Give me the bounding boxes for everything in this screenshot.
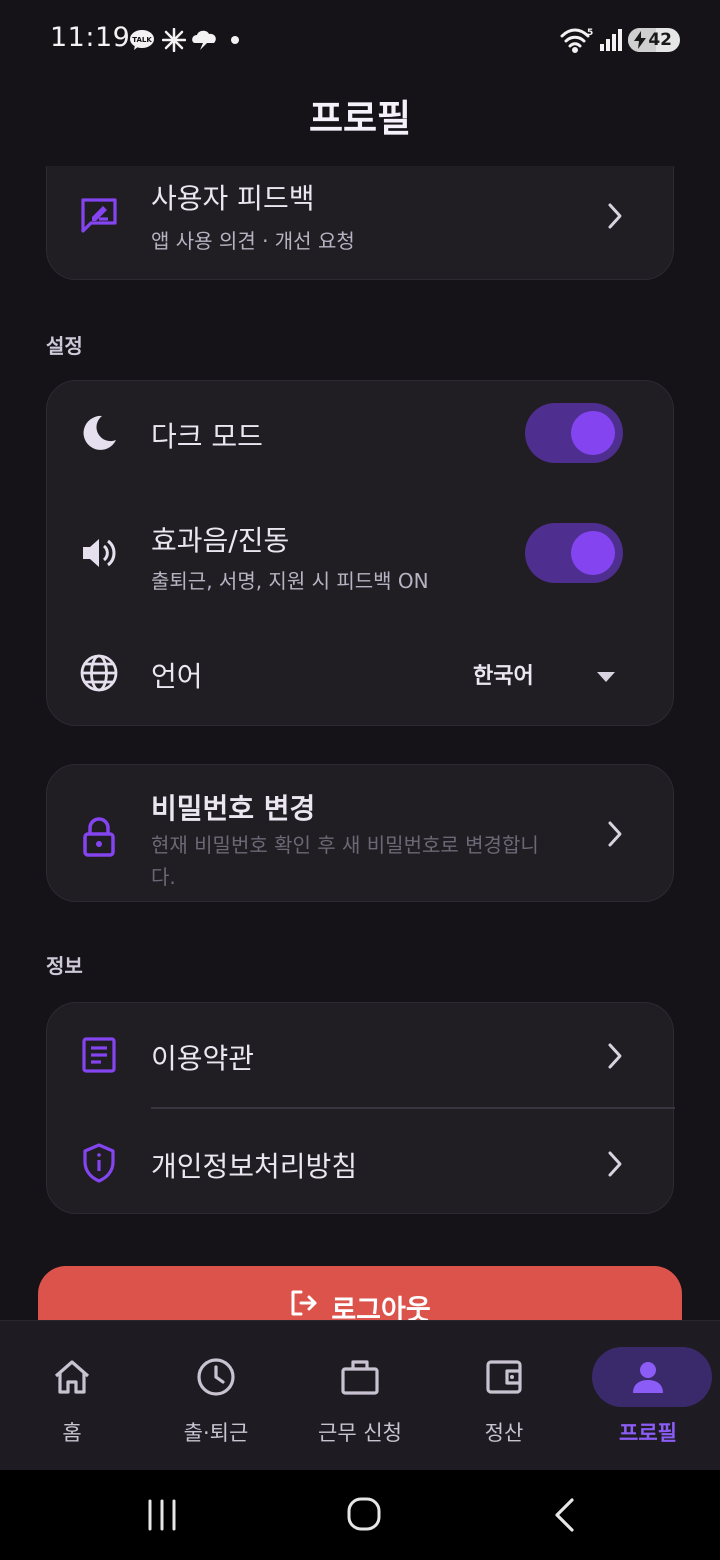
status-time: 11:19 — [50, 22, 131, 53]
clock-icon — [194, 1355, 238, 1399]
nav-label: 정산 — [484, 1421, 524, 1445]
person-icon — [626, 1355, 670, 1399]
toggle-knob — [571, 411, 615, 455]
system-nav-bar — [0, 1470, 720, 1560]
feedback-card[interactable]: 사용자 피드백 앱 사용 의견 · 개선 요청 — [46, 166, 674, 280]
privacy-policy-item[interactable]: 개인정보처리방침 — [47, 1109, 675, 1213]
wifi-icon: 5 — [560, 26, 594, 54]
signal-icon — [598, 26, 624, 54]
svg-text:TALK: TALK — [132, 36, 152, 44]
language-value: 한국어 — [473, 664, 534, 689]
svg-text:5: 5 — [587, 28, 593, 38]
speaker-icon — [77, 531, 121, 575]
nav-item-settlement[interactable]: 정산 — [432, 1321, 576, 1471]
settings-card: 다크 모드 효과음/진동 출퇴근, 서명, 지원 시 피드백 ON 언어 한국어 — [46, 380, 674, 726]
language-label: 언어 — [151, 660, 203, 693]
settings-section-label: 설정 — [46, 334, 83, 358]
feedback-card-viewport: 사용자 피드백 앱 사용 의견 · 개선 요청 — [0, 166, 720, 282]
nav-label: 출·퇴근 — [183, 1421, 249, 1445]
briefcase-icon — [338, 1355, 382, 1399]
info-card: 이용약관 개인정보처리방침 — [46, 1002, 675, 1214]
password-change-card[interactable]: 비밀번호 변경 현재 비밀번호 확인 후 새 비밀번호로 변경합니 다. — [46, 764, 674, 902]
chevron-right-icon — [603, 1039, 627, 1073]
talk-icon: TALK — [128, 26, 156, 54]
toggle-knob — [571, 531, 615, 575]
dark-mode-label: 다크 모드 — [151, 420, 263, 453]
moon-icon — [77, 411, 121, 455]
chevron-right-icon — [603, 199, 627, 233]
nav-item-commute[interactable]: 출·퇴근 — [144, 1321, 288, 1471]
recents-icon[interactable] — [146, 1498, 180, 1532]
nav-label: 홈 — [62, 1421, 82, 1445]
wallet-icon — [482, 1355, 526, 1399]
nav-item-work-request[interactable]: 근무 신청 — [288, 1321, 432, 1471]
battery-level: 42 — [648, 30, 672, 50]
back-icon[interactable] — [552, 1496, 578, 1534]
page-title: 프로필 — [308, 97, 412, 140]
document-icon — [77, 1033, 121, 1077]
nav-label: 근무 신청 — [318, 1421, 402, 1445]
home-icon — [50, 1355, 94, 1399]
dot-icon — [228, 26, 242, 54]
password-change-title: 비밀번호 변경 — [151, 792, 316, 825]
nav-label: 프로필 — [619, 1421, 677, 1445]
home-button-icon[interactable] — [346, 1496, 382, 1532]
chat-cloud-icon — [190, 26, 220, 54]
password-change-subtitle-line2: 다. — [151, 865, 176, 889]
terms-label: 이용약관 — [151, 1042, 255, 1075]
sound-vibration-subtitle: 출퇴근, 서명, 지원 시 피드백 ON — [151, 569, 429, 593]
feedback-edit-icon — [77, 193, 121, 237]
chevron-right-icon — [603, 1147, 627, 1181]
info-section-label: 정보 — [46, 954, 83, 978]
feedback-title: 사용자 피드백 — [151, 182, 315, 215]
privacy-policy-label: 개인정보처리방침 — [151, 1150, 358, 1183]
lock-icon — [77, 815, 121, 859]
bottom-nav: 홈 출·퇴근 근무 신청 정산 프로필 — [0, 1320, 720, 1471]
terms-item[interactable]: 이용약관 — [47, 1003, 675, 1107]
password-change-subtitle-line1: 현재 비밀번호 확인 후 새 비밀번호로 변경합니 — [151, 833, 539, 857]
language-dropdown[interactable]: 한국어 — [447, 651, 647, 691]
dark-mode-toggle[interactable] — [525, 403, 623, 463]
sparkle-icon — [160, 26, 188, 54]
dropdown-arrow-icon — [597, 667, 615, 686]
nav-item-home[interactable]: 홈 — [0, 1321, 144, 1471]
sound-vibration-toggle[interactable] — [525, 523, 623, 583]
nav-item-profile[interactable]: 프로필 — [576, 1321, 720, 1471]
battery-icon: 42 — [628, 28, 680, 52]
status-bar: 11:19 TALK 5 42 — [0, 0, 720, 80]
globe-icon — [77, 651, 121, 695]
shield-info-icon — [77, 1141, 121, 1185]
sound-vibration-label: 효과음/진동 — [151, 524, 290, 557]
feedback-subtitle: 앱 사용 의견 · 개선 요청 — [151, 229, 355, 253]
chevron-right-icon — [603, 817, 627, 851]
